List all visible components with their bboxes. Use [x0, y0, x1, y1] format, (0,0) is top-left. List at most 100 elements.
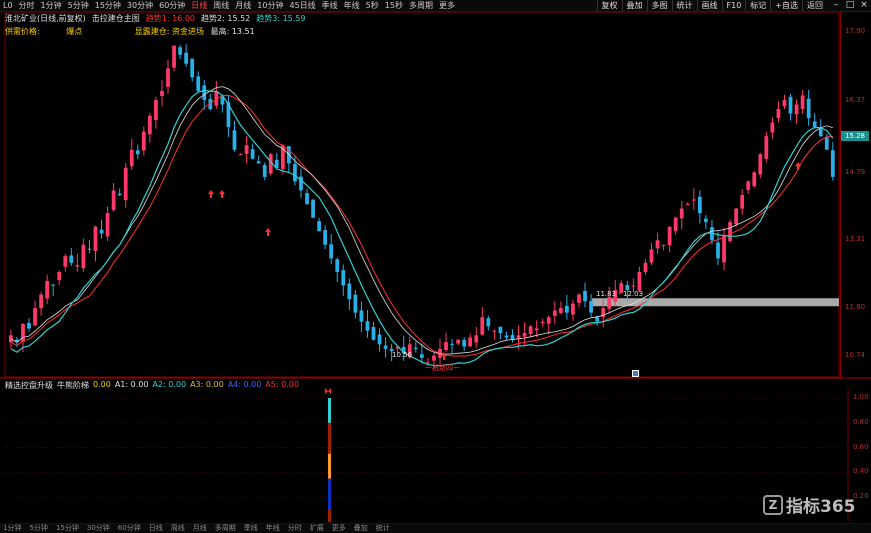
candle-body [371, 327, 376, 340]
candle-body [734, 208, 739, 225]
buy-arrow-icon [219, 190, 225, 198]
info-icon[interactable] [632, 370, 639, 377]
candle-body [353, 294, 358, 313]
candle-body [649, 249, 654, 263]
candle-body [196, 76, 201, 91]
candle-body [232, 130, 237, 150]
bottom-tab[interactable]: 年线 [263, 524, 283, 533]
candle-body [250, 149, 255, 159]
stock-name[interactable]: 淮北矿业(日线,前复权) [5, 13, 86, 24]
bottom-tag: 一抵新四一 [425, 364, 460, 372]
candle-body [752, 172, 757, 187]
candle-body [764, 136, 769, 159]
candle-body [39, 294, 43, 309]
candle-body [105, 213, 110, 237]
candle-body [456, 339, 460, 344]
main-panel-border [4, 12, 840, 378]
candle-body [498, 326, 503, 334]
candle-body [480, 317, 485, 335]
candle-body [565, 305, 569, 313]
trend-line-2 [10, 86, 833, 355]
candle-body [558, 308, 563, 313]
info-label-a: 供需价格: [5, 27, 40, 36]
bottom-tab[interactable]: 扩展 [307, 524, 327, 533]
main-indicator-values: 趋势1: 16.00 趋势2: 15.52 趋势3: 15.59 [146, 13, 306, 24]
bottom-tab[interactable]: 叠加 [351, 524, 371, 533]
candle-body [697, 196, 702, 214]
candle-body [160, 90, 164, 96]
price-scale-label: 11.80 [845, 303, 866, 312]
candle-body [81, 244, 86, 269]
candle-body [583, 290, 587, 302]
candle-body [534, 328, 539, 331]
bottom-tab[interactable]: 统计 [373, 524, 393, 533]
indicator-value: 0.00 [93, 380, 111, 389]
bottom-tab[interactable]: 月线 [190, 524, 210, 533]
indicator-scale-label: 0.40 [853, 467, 869, 476]
indicator-value: A2: 0.00 [152, 380, 187, 389]
candle-body [383, 345, 388, 349]
candle-body [788, 96, 793, 114]
candle-body [166, 68, 170, 87]
candle-body [468, 337, 473, 347]
indicator-name2[interactable]: 牛熊阶梯 [57, 380, 89, 390]
candle-body [631, 285, 636, 287]
price-scale-label: 13.31 [845, 234, 866, 243]
candle-body [359, 310, 364, 322]
main-info-line: 淮北矿业(日线,前复权) 击拉建仓主图 趋势1: 16.00 趋势2: 15.52… [5, 13, 306, 24]
candle-body [238, 154, 243, 156]
info-label-d: 资金进场 [172, 27, 205, 36]
candle-body [148, 115, 152, 135]
candle-body [51, 284, 56, 286]
bottom-tab[interactable]: 更多 [329, 524, 349, 533]
candle-body [546, 317, 551, 324]
price-scale[interactable] [840, 12, 871, 378]
candle-body [444, 342, 448, 351]
candle-body [679, 208, 684, 219]
candle-body [595, 317, 599, 322]
indicator-scale-label: 0.60 [853, 442, 869, 451]
indicator-header: 精选控盘升级 牛熊阶梯 0.00 A1: 0.00 A2: 0.00 A3: 0.00… [5, 380, 299, 390]
bottom-tab[interactable]: 5分钟 [26, 524, 50, 533]
candle-body [21, 323, 25, 342]
indicator-value: A3: 0.00 [190, 380, 224, 389]
bottom-tab[interactable]: 多周期 [212, 524, 239, 533]
bottom-tab[interactable]: 60分钟 [115, 524, 144, 533]
price-scale-label: 14.79 [845, 167, 866, 176]
candle-body [262, 164, 267, 177]
bottom-tab[interactable]: 周线 [168, 524, 188, 533]
candle-body [552, 310, 557, 316]
candle-body [347, 283, 352, 300]
candle-body [450, 343, 454, 345]
candle-body [607, 296, 612, 309]
candle-body [716, 242, 720, 259]
buy-arrow-icon [208, 190, 214, 198]
candle-body [129, 149, 134, 167]
trend-line-3 [10, 89, 834, 367]
candle-body [87, 248, 92, 250]
bottom-tab[interactable]: 15分钟 [53, 524, 82, 533]
candle-body [141, 131, 146, 151]
bottom-tab[interactable]: 1分钟 [0, 524, 24, 533]
indicator-value: A1: 0.00 [114, 380, 149, 389]
candle-body [45, 280, 50, 299]
candle-body [661, 244, 666, 246]
indicator-bar-a2 [328, 398, 331, 423]
candle-body [99, 229, 104, 234]
buy-arrow-icon [441, 352, 447, 360]
candle-body [740, 195, 745, 209]
main-chart[interactable] [0, 0, 871, 533]
candle-body [637, 271, 642, 291]
bottom-tab[interactable]: 分时 [285, 524, 305, 533]
candle-body [184, 52, 189, 64]
buy-arrow-icon [265, 228, 271, 236]
candle-body [172, 45, 176, 68]
main-indicator-name[interactable]: 击拉建仓主图 [92, 13, 140, 24]
bottom-tab[interactable]: 季线 [241, 524, 261, 533]
candle-body [667, 226, 672, 246]
indicator-name[interactable]: 精选控盘升级 [5, 380, 53, 390]
candle-body [806, 98, 811, 119]
bottom-tab[interactable]: 日线 [146, 524, 166, 533]
bottom-tab[interactable]: 30分钟 [84, 524, 113, 533]
trend-value: 趋势3: 15.59 [256, 14, 306, 23]
